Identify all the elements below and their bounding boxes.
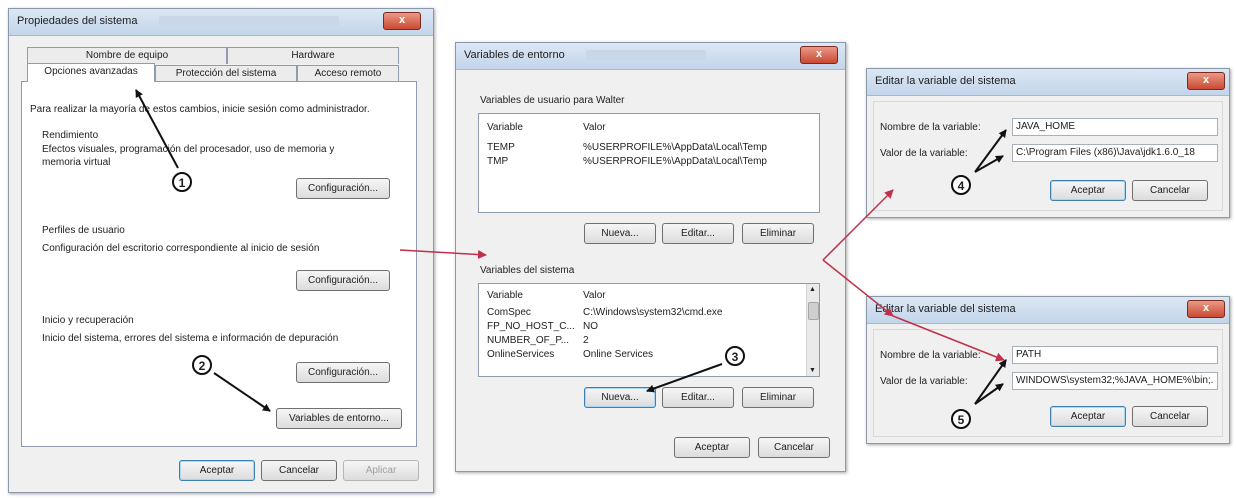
performance-settings-button[interactable]: Configuración... [296,178,390,199]
variable-value-input[interactable]: C:\Program Files (x86)\Java\jdk1.6.0_18 [1012,144,1218,162]
performance-description-2: memoria virtual [42,157,111,168]
environment-variables-dialog: Variables de entorno x Variables de usua… [455,42,846,472]
startup-settings-button[interactable]: Configuración... [296,362,390,383]
close-button[interactable]: x [383,12,421,30]
ok-button[interactable]: Aceptar [1050,406,1126,427]
user-delete-button[interactable]: Eliminar [742,223,814,244]
edit-panel: Nombre de la variable: JAVA_HOME Valor d… [873,101,1223,211]
tab-computer-name[interactable]: Nombre de equipo [27,47,227,64]
title-bar: Editar la variable del sistema x [867,297,1229,324]
edit-panel: Nombre de la variable: PATH Valor de la … [873,329,1223,437]
close-button[interactable]: x [800,46,838,64]
variable-value-input[interactable]: WINDOWS\system32;%JAVA_HOME%\bin;. [1012,372,1218,390]
system-new-button[interactable]: Nueva... [584,387,656,408]
step-3-badge: 3 [725,346,745,366]
cancel-button[interactable]: Cancelar [1132,406,1208,427]
variable-value-label: Valor de la variable: [880,376,968,387]
variable-name: ComSpec [487,307,531,318]
variable-name: TMP [487,156,509,167]
advanced-options-panel: Para realizar la mayoría de estos cambio… [21,81,417,447]
variable-value: C:\Windows\system32\cmd.exe [583,307,723,318]
variable-value: NO [583,321,598,332]
col-value: Valor [583,290,606,301]
ok-button[interactable]: Aceptar [1050,180,1126,201]
user-variables-list[interactable]: Variable Valor TEMP %USERPROFILE%\AppDat… [478,113,820,213]
dialog-title: Editar la variable del sistema [875,75,1016,87]
variable-value: Online Services [583,349,654,360]
title-bar: Variables de entorno x [456,43,845,70]
title-bar: Propiedades del sistema x [9,9,433,36]
variable-value: 2 [583,335,589,346]
apply-button[interactable]: Aplicar [343,460,419,481]
col-variable: Variable [487,122,523,133]
scroll-thumb[interactable] [808,302,819,320]
scroll-up-icon[interactable]: ▲ [809,286,816,293]
tab-advanced-options[interactable]: Opciones avanzadas [27,63,155,82]
variable-name-input[interactable]: JAVA_HOME [1012,118,1218,136]
dialog-title: Propiedades del sistema [17,15,138,27]
dialog-title: Variables de entorno [464,49,565,61]
dialog-title: Editar la variable del sistema [875,303,1016,315]
variable-name-label: Nombre de la variable: [880,122,981,133]
edit-system-variable-dialog-path: Editar la variable del sistema x Nombre … [866,296,1230,444]
system-variables-heading: Variables del sistema [480,265,575,276]
admin-note: Para realizar la mayoría de estos cambio… [30,104,370,115]
edit-system-variable-dialog-java-home: Editar la variable del sistema x Nombre … [866,68,1230,218]
system-variables-list[interactable]: Variable Valor ComSpec C:\Windows\system… [478,283,820,377]
variable-value: %USERPROFILE%\AppData\Local\Temp [583,156,767,167]
close-button[interactable]: x [1187,300,1225,318]
user-variables-heading: Variables de usuario para Walter [480,95,625,106]
vertical-scrollbar[interactable]: ▲ ▼ [806,284,819,376]
step-5-badge: 5 [951,409,971,429]
performance-description: Efectos visuales, programación del proce… [42,144,335,155]
cancel-button[interactable]: Cancelar [1132,180,1208,201]
tab-remote-access[interactable]: Acceso remoto [297,65,399,82]
system-delete-button[interactable]: Eliminar [742,387,814,408]
step-4-badge: 4 [951,175,971,195]
variable-name: TEMP [487,142,515,153]
variable-name: FP_NO_HOST_C... [487,321,575,332]
title-blur [159,16,339,26]
cancel-button[interactable]: Cancelar [758,437,830,458]
step-1-badge: 1 [172,172,192,192]
variable-value-label: Valor de la variable: [880,148,968,159]
environment-variables-button[interactable]: Variables de entorno... [276,408,402,429]
tab-hardware[interactable]: Hardware [227,47,399,64]
performance-heading: Rendimiento [42,130,99,141]
profiles-settings-button[interactable]: Configuración... [296,270,390,291]
variable-name: OnlineServices [487,349,555,360]
system-edit-button[interactable]: Editar... [662,387,734,408]
cancel-button[interactable]: Cancelar [261,460,337,481]
variable-value: %USERPROFILE%\AppData\Local\Temp [583,142,767,153]
ok-button[interactable]: Aceptar [179,460,255,481]
profiles-heading: Perfiles de usuario [42,225,125,236]
ok-button[interactable]: Aceptar [674,437,750,458]
title-bar: Editar la variable del sistema x [867,69,1229,96]
user-new-button[interactable]: Nueva... [584,223,656,244]
startup-description: Inicio del sistema, errores del sistema … [42,333,339,344]
col-variable: Variable [487,290,523,301]
scroll-down-icon[interactable]: ▼ [809,367,816,374]
title-blur [586,50,706,60]
variable-name-input[interactable]: PATH [1012,346,1218,364]
user-edit-button[interactable]: Editar... [662,223,734,244]
variable-name-label: Nombre de la variable: [880,350,981,361]
startup-heading: Inicio y recuperación [42,315,134,326]
step-2-badge: 2 [192,355,212,375]
tab-system-protection[interactable]: Protección del sistema [155,65,297,82]
system-properties-dialog: Propiedades del sistema x Nombre de equi… [8,8,434,493]
close-button[interactable]: x [1187,72,1225,90]
profiles-description: Configuración del escritorio correspondi… [42,243,320,254]
col-value: Valor [583,122,606,133]
variable-name: NUMBER_OF_P... [487,335,570,346]
